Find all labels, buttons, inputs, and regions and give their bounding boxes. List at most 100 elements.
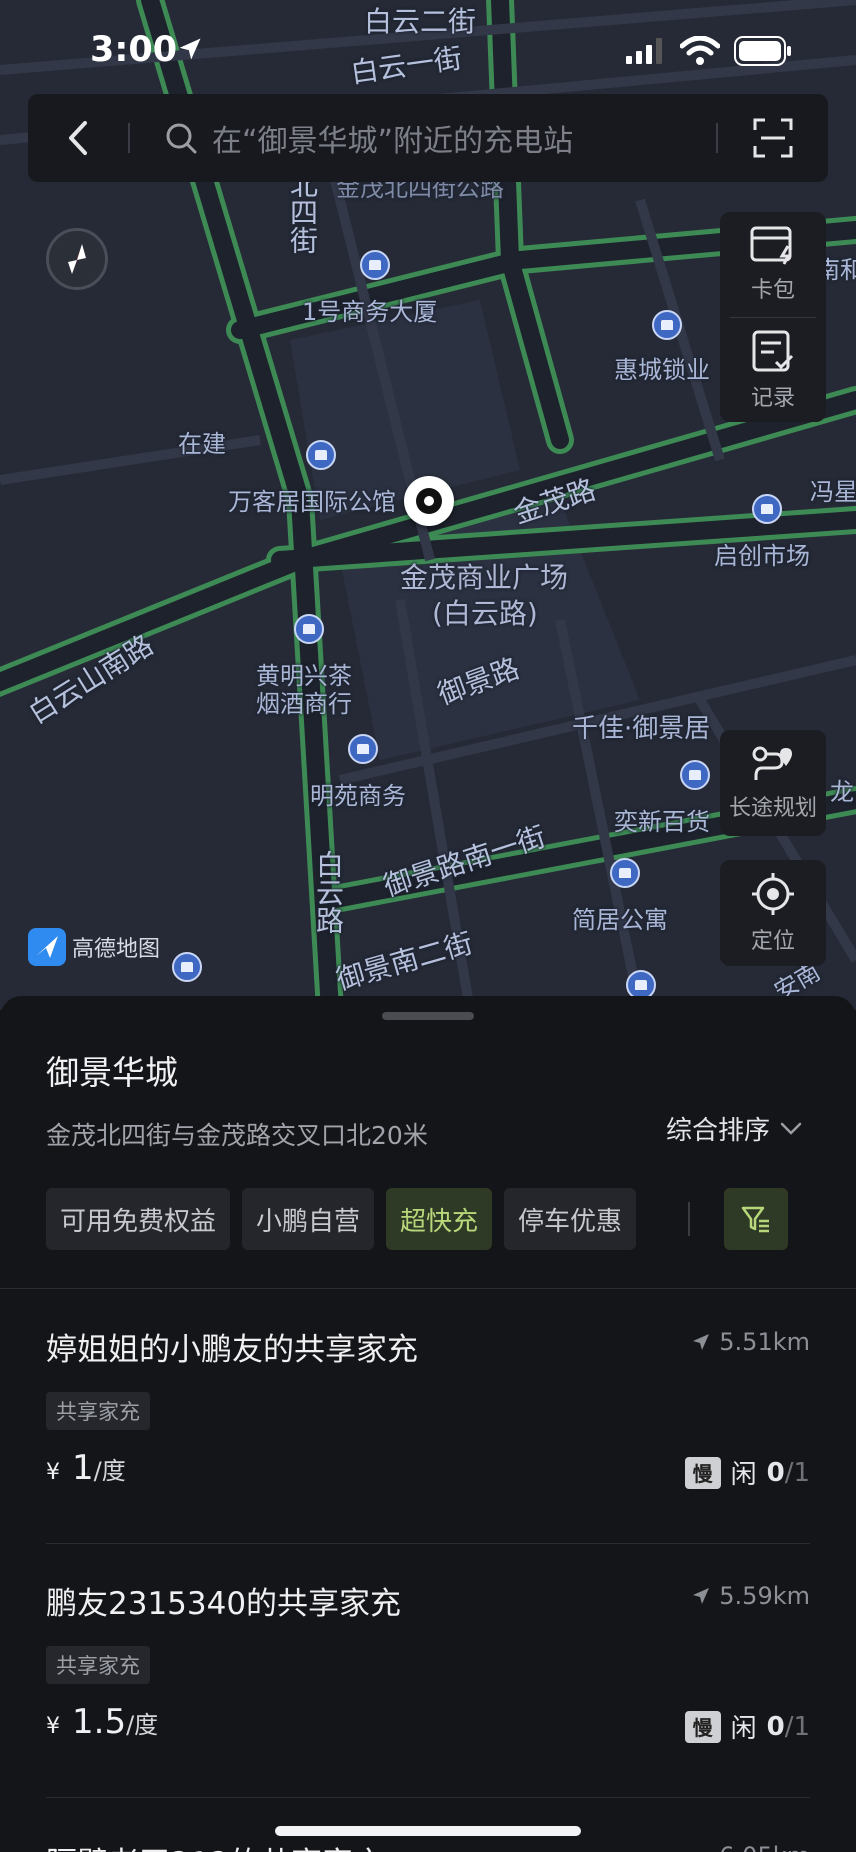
search-placeholder: 在“御景华城”附近的充电站 xyxy=(212,124,574,159)
scan-button[interactable] xyxy=(718,94,828,182)
map-label-north4: 北四街 xyxy=(286,170,319,254)
chevron-down-icon xyxy=(780,1122,802,1135)
poi-pin-wanke xyxy=(306,440,336,470)
records-icon xyxy=(752,330,794,372)
map-label-plaza: 金茂商业广场 xyxy=(400,561,569,594)
station-distance: 5.59km xyxy=(691,1582,810,1610)
sheet-drag-handle[interactable] xyxy=(382,1012,474,1020)
place-title: 御景华城 xyxy=(46,1053,178,1092)
route-icon xyxy=(752,746,792,780)
price-unit: /度 xyxy=(126,1711,159,1739)
price-value: 1.5 xyxy=(72,1702,127,1742)
station-name: 鹏友2315340的共享家充 xyxy=(46,1586,402,1622)
records-label: 记录 xyxy=(750,385,795,411)
poi-pin-bottom xyxy=(172,952,202,982)
station-availability: 慢 闲 0/1 xyxy=(684,1454,810,1491)
map-label-qichuang: 启创市场 xyxy=(714,542,810,570)
side-panel: 卡包 记录 xyxy=(720,212,826,422)
map-label-under-construction: 在建 xyxy=(178,430,226,458)
station-item[interactable]: 婷姐姐的小鹏友的共享家充 5.51km 共享家充 ¥ 1 /度 慢 闲 0/1 xyxy=(46,1292,810,1544)
station-divider xyxy=(46,1797,810,1798)
home-indicator[interactable] xyxy=(275,1826,581,1836)
route-planning-button[interactable]: 长途规划 xyxy=(720,730,826,836)
poi-pin-yiyue xyxy=(680,760,710,790)
station-price: ¥ 1 /度 xyxy=(46,1448,126,1488)
chip-separator xyxy=(688,1202,691,1236)
locate-label: 定位 xyxy=(750,929,795,954)
amap-brand-label: 高德地图 xyxy=(72,937,161,962)
crosshair-icon xyxy=(752,873,794,915)
station-distance-value: 5.51km xyxy=(719,1328,810,1356)
idle-label: 闲 xyxy=(730,1460,757,1490)
map-label-huangming-2: 烟酒商行 xyxy=(256,690,352,718)
location-arrow-icon xyxy=(179,38,201,60)
price-value: 1 xyxy=(72,1448,94,1488)
chip-xpeng-owned[interactable]: 小鹏自营 xyxy=(242,1188,375,1250)
chip-free-benefits[interactable]: 可用免费权益 xyxy=(46,1188,231,1250)
map-label-huicheng: 惠城锁业 xyxy=(614,356,710,384)
station-item[interactable]: 鹏友2315340的共享家充 5.59km 共享家充 ¥ 1.5 /度 慢 闲 … xyxy=(46,1546,810,1798)
records-button[interactable]: 记录 xyxy=(720,318,826,423)
map-label-baiyun-road: 白云路 xyxy=(312,850,345,934)
search-bar: 在“御景华城”附近的充电站 xyxy=(28,94,828,182)
map-label-building-no1: 1号商务大厦 xyxy=(302,298,438,326)
amap-logo: 高德地图 xyxy=(28,928,160,966)
wallet-label: 卡包 xyxy=(750,278,795,304)
station-distance: 5.51km xyxy=(691,1328,810,1356)
slow-charge-badge: 慢 xyxy=(684,1710,721,1743)
chip-parking-discount[interactable]: 停车优惠 xyxy=(504,1188,637,1250)
map-label-jianju: 简居公寓 xyxy=(572,906,668,934)
battery-icon xyxy=(734,36,791,66)
price-currency: ¥ xyxy=(46,1460,60,1485)
navigation-arrow-icon xyxy=(693,1334,710,1350)
place-address: 金茂北四街与金茂路交叉口北20米 xyxy=(46,1121,428,1150)
back-button[interactable] xyxy=(28,94,128,182)
poi-pin-building xyxy=(360,250,390,280)
poi-pin-jianju xyxy=(610,858,640,888)
locate-button[interactable]: 定位 xyxy=(720,860,826,966)
price-unit: /度 xyxy=(93,1457,126,1485)
sheet-divider xyxy=(0,1288,856,1289)
map-label-mingyuan: 明苑商务 xyxy=(310,782,406,810)
filter-button[interactable] xyxy=(724,1188,789,1250)
station-tag: 共享家充 xyxy=(46,1646,150,1684)
search-input[interactable]: 在“御景华城”附近的充电站 xyxy=(130,94,716,182)
status-icons xyxy=(626,36,792,66)
navigation-arrow-icon xyxy=(693,1588,710,1604)
results-sheet: 御景华城 金茂北四街与金茂路交叉口北20米 综合排序 可用免费权益 小鹏自营 超… xyxy=(0,996,856,1852)
map-label-yiyue: 奕新百货 xyxy=(614,808,710,836)
available-count: 0 xyxy=(766,1711,785,1742)
chevron-left-icon xyxy=(69,121,87,155)
selected-location-marker[interactable] xyxy=(404,476,454,526)
map-label-wanke: 万客居国际公馆 xyxy=(228,488,396,516)
status-time: 3:00 xyxy=(90,30,178,70)
poi-pin-mingyuan xyxy=(348,734,378,764)
status-bar: 3:00 xyxy=(0,0,856,96)
chip-ultra-fast[interactable]: 超快充 xyxy=(386,1188,493,1250)
map-label-plaza-sub: (白云路) xyxy=(432,597,538,630)
sort-dropdown[interactable]: 综合排序 xyxy=(666,1110,802,1147)
cellular-signal-icon xyxy=(626,38,662,64)
poi-pin-huangming xyxy=(294,614,324,644)
total-count: /1 xyxy=(784,1457,810,1488)
station-availability: 慢 闲 0/1 xyxy=(684,1708,810,1745)
wallet-button[interactable]: 卡包 xyxy=(720,212,826,317)
station-name-partial[interactable]: 隔壁老王212的共享家充 xyxy=(46,1838,384,1852)
compass-button[interactable] xyxy=(46,228,108,290)
total-count: /1 xyxy=(784,1711,810,1742)
scan-icon xyxy=(753,118,793,158)
station-tag: 共享家充 xyxy=(46,1392,150,1430)
poi-pin-qichuang xyxy=(752,494,782,524)
search-icon xyxy=(166,123,197,154)
available-count: 0 xyxy=(766,1457,785,1488)
filter-icon xyxy=(741,1206,770,1233)
filter-chips: 可用免费权益 小鹏自营 超快充 停车优惠 xyxy=(46,1188,789,1250)
route-planning-label: 长途规划 xyxy=(728,796,817,821)
poi-pin-huicheng xyxy=(652,310,682,340)
compass-icon xyxy=(68,244,86,274)
station-name: 婷姐姐的小鹏友的共享家充 xyxy=(46,1332,418,1368)
wifi-icon xyxy=(680,36,720,65)
wallet-icon xyxy=(750,226,792,265)
idle-label: 闲 xyxy=(730,1714,757,1744)
amap-logo-icon xyxy=(28,928,66,966)
